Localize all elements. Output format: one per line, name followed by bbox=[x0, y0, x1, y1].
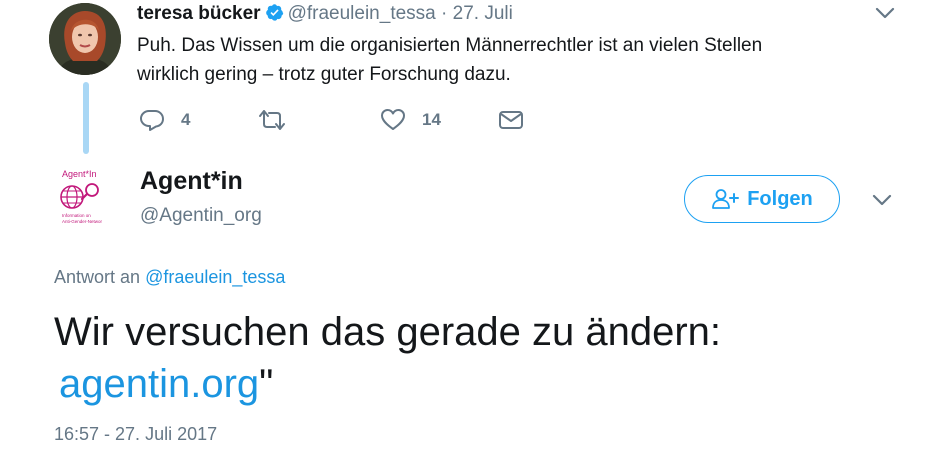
chevron-down-icon[interactable] bbox=[871, 193, 893, 207]
reply-button[interactable]: 4 bbox=[139, 107, 190, 133]
like-count: 14 bbox=[422, 110, 441, 129]
parent-author-name[interactable]: teresa bücker bbox=[137, 3, 261, 24]
parent-tweet-date[interactable]: 27. Juli bbox=[453, 3, 513, 24]
follow-button-label: Folgen bbox=[747, 187, 813, 210]
heart-icon bbox=[381, 109, 405, 130]
reply-count: 4 bbox=[181, 110, 191, 129]
parent-tweet-text-line-2: wirklich gering – trotz guter Forschung … bbox=[137, 64, 511, 85]
thread-connector-line bbox=[83, 82, 89, 154]
like-button[interactable]: 14 bbox=[380, 107, 441, 133]
reply-to-prefix: Antwort an bbox=[54, 267, 141, 287]
reply-icon bbox=[140, 110, 164, 131]
chevron-down-icon[interactable] bbox=[874, 6, 896, 20]
avatar-teresa[interactable] bbox=[49, 3, 121, 75]
parent-author-handle[interactable]: @fraeulein_tessa bbox=[288, 3, 436, 24]
reply-tweet-text-main: Wir versuchen das gerade zu ändern: bbox=[54, 310, 722, 354]
retweet-icon bbox=[259, 110, 285, 130]
reply-to-line: Antwort an @fraeulein_tessa bbox=[54, 267, 285, 288]
parent-tweet-header: teresa bücker @fraeulein_tessa · 27. Juli bbox=[137, 3, 513, 28]
direct-message-button[interactable] bbox=[498, 107, 524, 133]
follow-user-icon bbox=[712, 189, 740, 209]
envelope-icon bbox=[499, 111, 523, 129]
retweet-button[interactable] bbox=[258, 107, 286, 133]
tweet-timestamp[interactable]: 16:57 - 27. Juli 2017 bbox=[54, 424, 217, 445]
reply-tweet-text: Wir versuchen das gerade zu ändern: agen… bbox=[54, 306, 914, 410]
reply-to-mention-link[interactable]: @fraeulein_tessa bbox=[145, 267, 285, 287]
reply-tweet-text-suffix: " bbox=[259, 362, 274, 406]
reply-author-handle[interactable]: @Agentin_org bbox=[140, 205, 262, 227]
follow-button[interactable]: Folgen bbox=[684, 175, 840, 223]
parent-tweet-text: Puh. Das Wissen um die organisierten Män… bbox=[137, 31, 857, 89]
header-separator: · bbox=[441, 3, 448, 24]
avatar-agentin[interactable]: Agent*In Information on Anti-Gender-Netw… bbox=[50, 163, 120, 233]
logo-title: Agent*In bbox=[62, 169, 97, 179]
logo-subtitle-1: Information on bbox=[62, 213, 91, 218]
verified-badge-icon bbox=[265, 3, 284, 28]
tweet-link[interactable]: agentin.org bbox=[59, 362, 259, 406]
parent-tweet-text-line-1: Puh. Das Wissen um die organisierten Män… bbox=[137, 35, 763, 56]
reply-author-name[interactable]: Agent*in bbox=[140, 167, 243, 196]
logo-subtitle-2: Anti-Gender-Networ bbox=[62, 219, 103, 224]
